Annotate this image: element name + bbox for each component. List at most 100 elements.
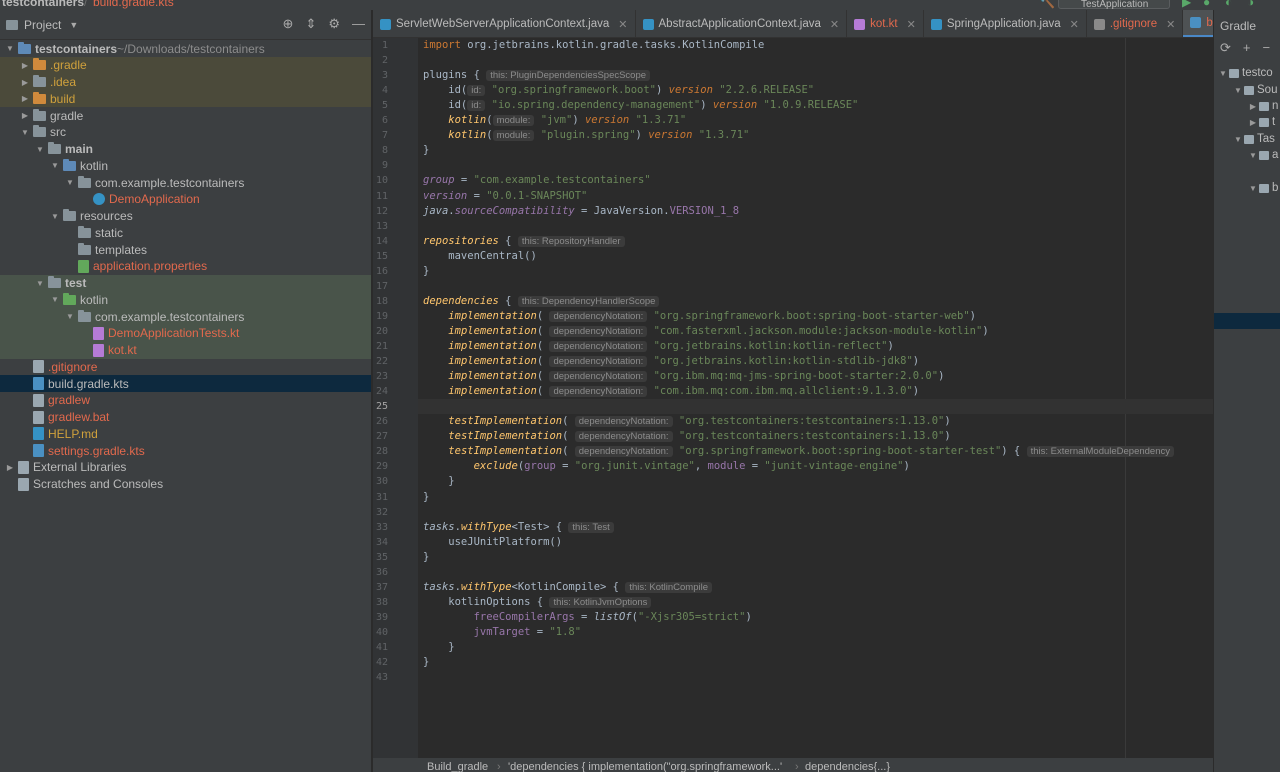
add-icon[interactable]: + <box>1243 40 1251 56</box>
line-number[interactable]: 3 <box>373 68 388 83</box>
line-number[interactable]: 29 <box>373 459 388 474</box>
tree-item[interactable]: ▼ testcontainers ~/Downloads/testcontaine… <box>0 40 371 57</box>
expanded-arrow-icon[interactable]: ▼ <box>49 295 61 304</box>
code-line[interactable]: java.sourceCompatibility = JavaVersion.V… <box>423 204 739 219</box>
gradle-tree-item[interactable]: ▼ Tas <box>1214 131 1280 147</box>
line-number[interactable]: 19 <box>373 309 388 324</box>
locate-icon[interactable]: ⊕ <box>283 16 294 32</box>
expanded-arrow-icon[interactable]: ▼ <box>1247 151 1259 160</box>
line-number[interactable]: 9 <box>373 158 388 173</box>
code-line[interactable]: useJUnitPlatform() <box>423 535 562 550</box>
tree-item[interactable]: ▼ resources <box>0 208 371 225</box>
collapsed-arrow-icon[interactable]: ▶ <box>1247 118 1259 127</box>
tree-item[interactable]: ▼ kotlin <box>0 291 371 309</box>
tree-item[interactable]: ▼ com.example.testcontainers <box>0 308 371 325</box>
code-line[interactable]: jvmTarget = "1.8" <box>423 625 581 640</box>
gradle-tree-item[interactable]: ▶ t <box>1214 114 1280 130</box>
code-line[interactable]: testImplementation( dependencyNotation: … <box>423 429 951 444</box>
collapsed-arrow-icon[interactable]: ▶ <box>19 61 31 70</box>
line-number[interactable]: 21 <box>373 339 388 354</box>
code-line[interactable]: implementation( dependencyNotation: "org… <box>423 309 976 324</box>
code-line[interactable]: testImplementation( dependencyNotation: … <box>423 444 1174 459</box>
breadcrumb-item-2[interactable]: 'dependencies { implementation("org.spri… <box>508 761 782 772</box>
gradle-tree-item[interactable]: ▼ testco <box>1214 65 1280 81</box>
line-number[interactable]: 14 <box>373 234 388 249</box>
tree-item[interactable]: settings.gradle.kts <box>0 442 371 459</box>
line-number[interactable]: 20 <box>373 324 388 339</box>
coverage-icon[interactable]: ◐ <box>1225 0 1232 9</box>
code-editor[interactable]: import org.jetbrains.kotlin.gradle.tasks… <box>418 38 1213 758</box>
line-number[interactable]: 7 <box>373 128 388 143</box>
tree-item[interactable]: static <box>0 224 371 241</box>
tree-item[interactable]: kot.kt <box>0 341 371 359</box>
close-icon[interactable]: ✕ <box>618 18 627 31</box>
line-number[interactable]: 6 <box>373 113 388 128</box>
code-line[interactable]: implementation( dependencyNotation: "org… <box>423 339 894 354</box>
tree-item[interactable]: HELP.md <box>0 425 371 442</box>
collapsed-arrow-icon[interactable]: ▶ <box>19 111 31 120</box>
tree-item[interactable]: application.properties <box>0 258 371 275</box>
line-number[interactable]: 17 <box>373 279 388 294</box>
expanded-arrow-icon[interactable]: ▼ <box>1232 86 1244 95</box>
code-line[interactable]: implementation( dependencyNotation: "org… <box>423 369 944 384</box>
tree-item[interactable]: ▶ .gradle <box>0 56 371 74</box>
refresh-icon[interactable]: ⟳ <box>1220 40 1231 56</box>
code-line[interactable]: } <box>423 143 429 158</box>
close-icon[interactable]: ✕ <box>907 18 916 31</box>
line-number[interactable]: 1 <box>373 38 388 53</box>
editor-tab[interactable]: SpringApplication.java ✕ <box>924 10 1087 37</box>
gradle-tree-item[interactable]: ▼ b <box>1214 180 1280 196</box>
code-line[interactable]: testImplementation( dependencyNotation: … <box>423 414 951 429</box>
code-line[interactable]: dependencies { this: DependencyHandlerSc… <box>423 294 660 309</box>
line-number[interactable]: 10 <box>373 173 388 188</box>
line-number[interactable]: 30 <box>373 474 388 489</box>
titlebar-project[interactable]: testcontainers <box>2 0 84 9</box>
editor-tab[interactable]: AbstractApplicationContext.java ✕ <box>636 10 848 37</box>
gradle-tree-item[interactable]: ▼ a <box>1214 147 1280 163</box>
code-line[interactable]: tasks.withType<KotlinCompile> { this: Ko… <box>423 580 712 595</box>
line-number[interactable]: 16 <box>373 264 388 279</box>
profile-icon[interactable]: ◑ <box>1247 0 1254 9</box>
code-line[interactable]: kotlinOptions { this: KotlinJvmOptions <box>423 595 652 610</box>
line-number[interactable]: 24 <box>373 384 388 399</box>
code-line[interactable]: group = "com.example.testcontainers" <box>423 173 651 188</box>
line-number[interactable]: 41 <box>373 640 388 655</box>
debug-icon[interactable]: ● <box>1203 0 1210 9</box>
line-number[interactable]: 34 <box>373 535 388 550</box>
expanded-arrow-icon[interactable]: ▼ <box>1232 135 1244 144</box>
gradle-selected-row[interactable] <box>1214 313 1280 329</box>
editor-tab[interactable]: .gitignore ✕ <box>1087 10 1184 37</box>
code-line[interactable]: implementation( dependencyNotation: "com… <box>423 324 989 339</box>
line-number[interactable]: 11 <box>373 189 388 204</box>
code-line[interactable]: exclude(group = "org.junit.vintage", mod… <box>423 459 910 474</box>
line-number[interactable]: 39 <box>373 610 388 625</box>
tree-item[interactable]: DemoApplication <box>0 191 371 208</box>
line-number[interactable]: 8 <box>373 143 388 158</box>
tree-item[interactable]: gradlew <box>0 392 371 409</box>
code-line[interactable]: mavenCentral() <box>423 249 537 264</box>
collapsed-arrow-icon[interactable]: ▶ <box>4 463 16 472</box>
project-view-selector[interactable]: Project <box>24 18 61 32</box>
line-number[interactable]: 40 <box>373 625 388 640</box>
line-number[interactable]: 38 <box>373 595 388 610</box>
line-number[interactable]: 5 <box>373 98 388 113</box>
line-number[interactable]: 31 <box>373 490 388 505</box>
tree-item[interactable]: gradlew.bat <box>0 409 371 426</box>
line-number[interactable]: 22 <box>373 354 388 369</box>
line-number[interactable]: 42 <box>373 655 388 670</box>
gradle-tree-item[interactable]: ▶ n <box>1214 98 1280 114</box>
code-line[interactable]: import org.jetbrains.kotlin.gradle.tasks… <box>423 38 764 53</box>
line-number[interactable]: 27 <box>373 429 388 444</box>
gradle-tree-item[interactable]: ▼ Sou <box>1214 82 1280 98</box>
line-number[interactable]: 35 <box>373 550 388 565</box>
breadcrumb-item-1[interactable]: Build_gradle <box>427 761 488 772</box>
remove-icon[interactable]: − <box>1263 40 1271 56</box>
code-line[interactable]: repositories { this: RepositoryHandler <box>423 234 625 249</box>
line-number[interactable]: 28 <box>373 444 388 459</box>
line-number[interactable]: 4 <box>373 83 388 98</box>
code-line[interactable]: plugins { this: PluginDependenciesSpecSc… <box>423 68 651 83</box>
expanded-arrow-icon[interactable]: ▼ <box>49 212 61 221</box>
run-config-dropdown[interactable]: TestApplication <box>1058 0 1170 10</box>
code-line[interactable]: freeCompilerArgs = listOf("-Xjsr305=stri… <box>423 610 752 625</box>
titlebar-file[interactable]: build.gradle.kts <box>93 0 174 9</box>
